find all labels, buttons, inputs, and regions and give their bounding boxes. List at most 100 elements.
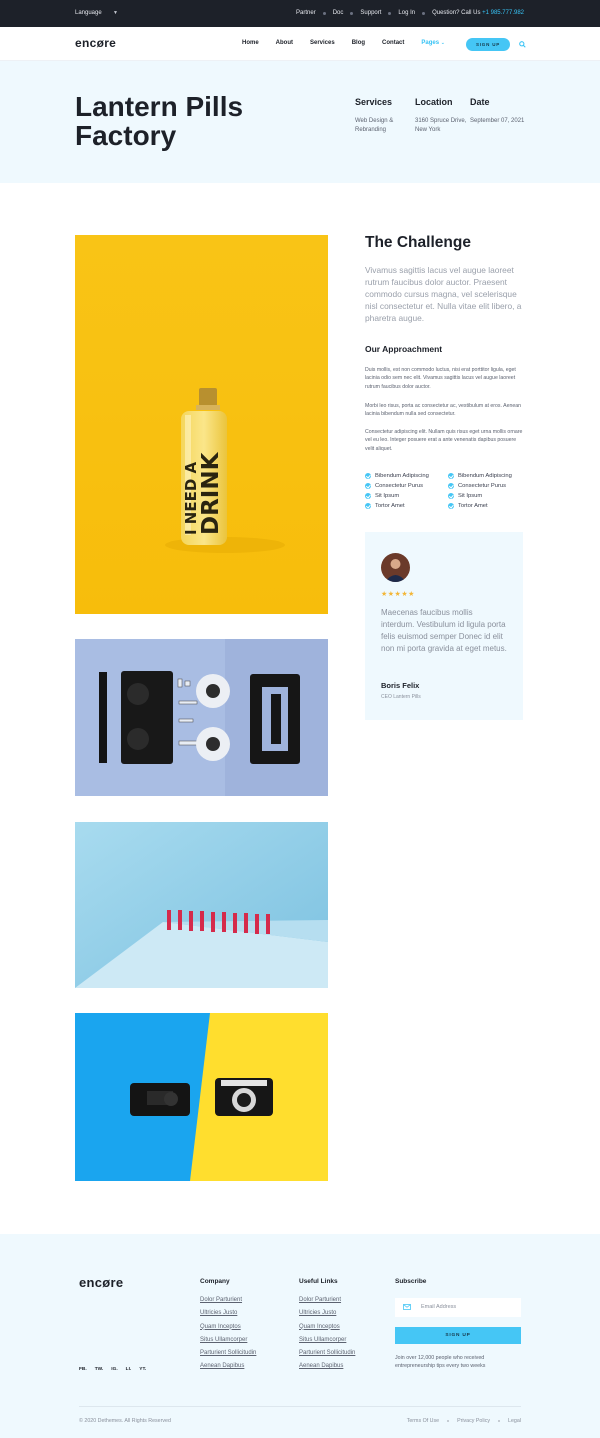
separator-dot [388, 11, 392, 15]
separator-dot [322, 11, 326, 15]
signup-button[interactable]: SIGN UP [466, 38, 510, 51]
approach-paragraph-1: Duis mollis, est non commodo luctus, nis… [365, 367, 516, 390]
testimonial-role: CEO Lantern Pills [381, 694, 421, 700]
challenge-title: The Challenge [365, 234, 471, 251]
checklist-item-label: Sit Ipsum [458, 493, 483, 499]
checklist-item: Sit Ipsum [448, 492, 525, 500]
clothespins-photo [75, 822, 328, 988]
check-icon [448, 493, 454, 499]
top-bar: Language ▼ Partner Doc Support Log In Qu… [0, 0, 600, 27]
check-icon [365, 503, 371, 509]
check-icon [365, 473, 371, 479]
footer-link[interactable]: Quam Inceptos [299, 1324, 355, 1337]
footer-divider [79, 1406, 521, 1407]
top-links: Partner Doc Support Log In Question? Cal… [296, 10, 524, 16]
footer-link[interactable]: Situs Ullamcorper [299, 1337, 355, 1350]
footer-link[interactable]: Aenean Dapibus [299, 1363, 355, 1376]
language-selector[interactable]: Language [75, 10, 102, 16]
checklist-item-label: Consectetur Purus [375, 483, 424, 489]
check-icon [448, 473, 454, 479]
top-link-partner[interactable]: Partner [296, 10, 316, 16]
footer-logo[interactable]: encøre [79, 1275, 123, 1290]
email-placeholder: Email Address [421, 1304, 457, 1310]
footer-link[interactable]: Ultricies Justo [200, 1310, 256, 1323]
meta-services: Services Web Design & Rebranding [355, 97, 413, 135]
footer-company: Company Dolor Parturient Ultricies Justo… [200, 1278, 256, 1377]
separator-dot [498, 1420, 501, 1422]
check-icon [365, 493, 371, 499]
checklist-item: Consectetur Purus [448, 482, 525, 490]
checklist-item-label: Tortor Amet [458, 503, 488, 509]
top-link-login[interactable]: Log In [398, 10, 415, 16]
separator-dot [422, 11, 426, 15]
checklist-item-label: Bibendum Adipiscing [458, 473, 512, 479]
cameras-photo [75, 1013, 328, 1181]
gallery-image-vhs[interactable] [75, 639, 328, 796]
footer-link[interactable]: Ultricies Justo [299, 1310, 355, 1323]
nav-item-contact[interactable]: Contact [382, 40, 404, 46]
social-facebook[interactable]: FB. [79, 1367, 87, 1372]
social-instagram[interactable]: IG. [111, 1367, 117, 1372]
gallery-image-clothespins[interactable] [75, 822, 328, 988]
meta-date-label: Date [470, 97, 490, 107]
footer-link[interactable]: Dolor Parturient [299, 1297, 355, 1310]
footer-company-title: Company [200, 1278, 230, 1285]
project-hero: Lantern Pills Factory Services Web Desig… [0, 61, 600, 183]
bottle-photo: I NEED A DRINK [75, 235, 328, 614]
legal-terms[interactable]: Terms Of Use [407, 1418, 439, 1424]
meta-date: Date September 07, 2021 [470, 97, 528, 126]
testimonial-card: ★★★★★ Maecenas faucibus mollis interdum.… [365, 532, 523, 720]
subscribe-button[interactable]: SIGN UP [395, 1327, 521, 1344]
approach-paragraph-2: Morbi leo risus, porta ac consectetur ac… [365, 403, 521, 418]
legal-legal[interactable]: Legal [508, 1418, 521, 1424]
separator-dot [447, 1420, 450, 1422]
footer-useful-links: Useful Links Dolor Parturient Ultricies … [299, 1278, 355, 1377]
separator-dot [350, 11, 354, 15]
legal-privacy[interactable]: Privacy Policy [457, 1418, 490, 1424]
footer: encøre FB. TW. IG. LI. YT. Company Dolor… [0, 1234, 600, 1438]
chevron-down-icon: ⌄ [440, 40, 445, 46]
gallery-image-cameras[interactable] [75, 1013, 328, 1181]
footer-subscribe-title: Subscribe [395, 1278, 427, 1285]
checklist-item: Tortor Amet [448, 502, 525, 510]
title-line-2: Factory [75, 120, 177, 151]
social-youtube[interactable]: YT. [139, 1367, 146, 1372]
check-icon [448, 503, 454, 509]
testimonial-quote: Maecenas faucibus mollis interdum. Vesti… [381, 608, 507, 653]
checklist-item-label: Tortor Amet [375, 503, 405, 509]
top-link-support[interactable]: Support [360, 10, 381, 16]
footer-useful-title: Useful Links [299, 1278, 338, 1285]
email-field[interactable]: Email Address [395, 1298, 521, 1317]
phone-link[interactable]: +1 985.777.982 [482, 10, 524, 16]
copyright: © 2020 Dethemes. All Rights Reserved [79, 1418, 171, 1424]
gallery-image-bottle[interactable]: I NEED A DRINK [75, 235, 328, 614]
vhs-photo [75, 639, 328, 796]
nav-item-pages-label: Pages [421, 40, 440, 46]
footer-link[interactable]: Situs Ullamcorper [200, 1337, 256, 1350]
footer-link[interactable]: Quam Inceptos [200, 1324, 256, 1337]
nav-menu: Home About Services Blog Contact Pages ⌄ [242, 40, 462, 46]
social-twitter[interactable]: TW. [95, 1367, 104, 1372]
chevron-down-icon[interactable]: ▼ [113, 10, 118, 16]
feature-checklist: Bibendum Adipiscing Bibendum Adipiscing … [365, 472, 525, 510]
challenge-lead: Vivamus sagittis lacus vel augue laoreet… [365, 265, 522, 323]
footer-link[interactable]: Parturient Sollicitudin [299, 1350, 355, 1363]
nav-item-about[interactable]: About [276, 40, 293, 46]
footer-link[interactable]: Parturient Sollicitudin [200, 1350, 256, 1363]
approach-title: Our Approachment [365, 344, 443, 354]
footer-link[interactable]: Aenean Dapibus [200, 1363, 256, 1376]
meta-date-value: September 07, 2021 [470, 118, 525, 124]
nav-item-blog[interactable]: Blog [352, 40, 365, 46]
checklist-item: Bibendum Adipiscing [365, 472, 448, 480]
logo[interactable]: encøre [75, 36, 116, 50]
testimonial-name: Boris Felix [381, 681, 420, 690]
nav-item-services[interactable]: Services [310, 40, 335, 46]
title-line-1: Lantern Pills [75, 91, 244, 122]
search-icon[interactable] [519, 41, 526, 48]
nav-item-home[interactable]: Home [242, 40, 259, 46]
avatar [381, 553, 410, 582]
footer-link[interactable]: Dolor Parturient [200, 1297, 256, 1310]
social-linkedin[interactable]: LI. [126, 1367, 132, 1372]
nav-item-pages[interactable]: Pages ⌄ [421, 40, 445, 46]
top-link-doc[interactable]: Doc [333, 10, 344, 16]
